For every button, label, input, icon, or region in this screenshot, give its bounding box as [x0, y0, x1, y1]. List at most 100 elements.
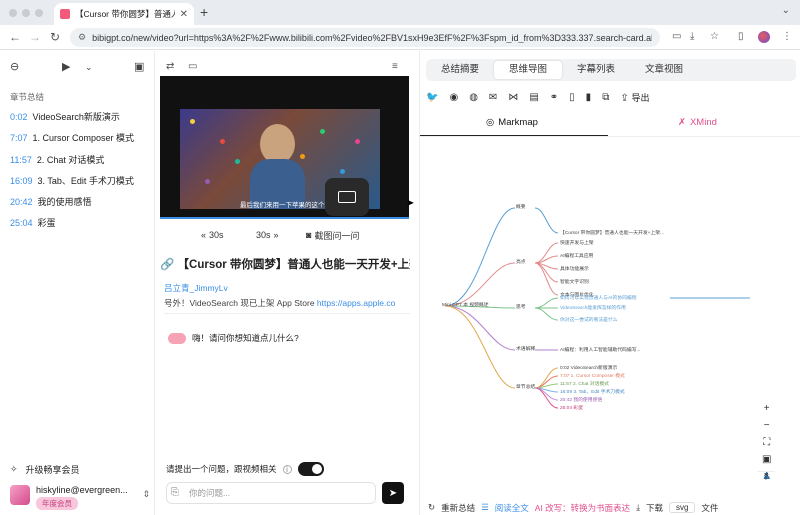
mindmap-leaf[interactable]: 【Cursor 带你圆梦】普通人也能一天开发+上架... — [560, 229, 664, 236]
minimize-window-button[interactable] — [22, 9, 30, 17]
tab-mindmap[interactable]: 思维导图 — [494, 61, 563, 79]
format-select[interactable]: svg — [668, 502, 696, 513]
tab-subtitles[interactable]: 字幕列表 — [562, 61, 630, 79]
more-menu-icon[interactable]: ⋮ — [782, 31, 792, 42]
link-icon[interactable]: ⚭ — [550, 92, 558, 103]
doc-icon[interactable]: ▮ — [586, 92, 592, 103]
mail-icon[interactable]: ✉ — [489, 92, 497, 103]
image-icon[interactable]: ▤ — [529, 92, 538, 103]
expand-up-icon[interactable]: ⤒ — [757, 471, 775, 485]
read-fulltext-button[interactable]: 阅读全文 — [495, 502, 529, 514]
download-icon[interactable]: ⤓ — [636, 502, 640, 513]
chapter-time[interactable]: 20:42 — [10, 197, 33, 207]
profile-avatar[interactable] — [758, 31, 770, 43]
paperclip-icon[interactable]: ⎘ — [171, 487, 179, 498]
collapse-sidebar-icon[interactable]: ▣ — [134, 60, 144, 73]
mindmap-branch[interactable]: 术语解释 — [516, 345, 535, 352]
tab-search-chevron-icon[interactable]: ⌄ — [782, 5, 790, 16]
video-player[interactable]: 最后我们来用一下苹果的这个效果 — [160, 76, 409, 218]
forward-30s-button[interactable]: 30s » — [256, 226, 279, 244]
copy-icon[interactable]: ⧉ — [602, 92, 609, 103]
chevron-down-icon[interactable]: ⌄ — [85, 62, 93, 73]
reload-icon[interactable]: ↻ — [48, 30, 62, 44]
chapter-time[interactable]: 7:07 — [10, 133, 28, 143]
mindmap-chapter[interactable]: 25:04 彩蛋 — [560, 404, 583, 411]
weibo-icon[interactable]: ◉ — [449, 92, 458, 103]
tab-close-icon[interactable]: ✕ — [180, 9, 188, 20]
mindmap-leaf[interactable]: AI编程：利用人工智能辅助代码编写... — [560, 346, 641, 353]
close-window-button[interactable] — [9, 9, 17, 17]
cast-icon[interactable]: ▭ — [672, 31, 681, 42]
video-camera-icon[interactable]: ▶ — [62, 60, 70, 73]
rewind-30s-button[interactable]: « 30s — [201, 226, 224, 244]
screenshot-ask-button[interactable]: ◙ 截图问一问 — [306, 226, 359, 244]
mindmap-branch[interactable]: 概要 — [516, 203, 526, 210]
regenerate-icon[interactable]: ↻ — [428, 502, 435, 513]
export-button[interactable]: ⇪ 导出 — [620, 91, 649, 104]
mindmap-root[interactable]: Mini GPT 本 视频概述 — [442, 301, 489, 308]
mindmap-branch[interactable]: 亮点 — [516, 258, 526, 265]
tv-icon[interactable]: ▭ — [188, 61, 197, 72]
share-icon[interactable]: ⋈ — [508, 92, 518, 103]
mindmap-chapter[interactable]: 20:42 我的使用感悟 — [560, 396, 602, 403]
mindmap-leaf[interactable]: 如何可以实现普通人与AI的协同编程 — [560, 294, 637, 301]
video-related-toggle[interactable] — [297, 462, 324, 476]
site-settings-icon[interactable]: ⚙ — [78, 32, 86, 43]
chapter-item[interactable]: 16:09 3. Tab、Edit 手术刀模式 — [10, 174, 134, 187]
chapter-time[interactable]: 0:02 — [10, 112, 28, 122]
read-fulltext-icon[interactable]: ☰ — [481, 502, 489, 513]
browser-tab[interactable]: 【Cursor 带你圆梦】普通人也能 ✕ — [54, 3, 194, 25]
chevron-updown-icon[interactable]: ⇕ — [142, 489, 150, 500]
question-input[interactable] — [189, 488, 375, 498]
regenerate-button[interactable]: 重新总结 — [441, 502, 475, 514]
mindmap-branch[interactable]: 思考 — [516, 303, 526, 310]
mindmap-chapter[interactable]: 7:07 1. Cursor Composer 模式 — [560, 372, 625, 379]
ai-rewrite-button[interactable]: AI 改写：转换为书面表达 — [535, 502, 630, 514]
mindmap-chapter[interactable]: 0:02 VideoSearch新版演示 — [560, 364, 617, 371]
chapter-time[interactable]: 11:57 — [10, 155, 32, 165]
url-field[interactable]: ⚙ bibigpt.co/new/video?url=https%3A%2F%2… — [70, 28, 660, 47]
wechat-icon[interactable]: ◍ — [469, 92, 478, 103]
file-icon[interactable]: ▯ — [569, 92, 575, 103]
user-account-menu[interactable]: hiskyline@evergreen... 年度会员 ⇕ — [10, 483, 150, 510]
back-arrow-icon[interactable]: ← — [8, 30, 22, 44]
mindmap-leaf[interactable]: 智能文字识别 — [560, 278, 589, 285]
mindmap-leaf[interactable]: VideoSearch能发挥怎样的作用 — [560, 304, 626, 311]
info-icon[interactable]: i — [282, 464, 292, 474]
picture-in-picture-button[interactable] — [325, 178, 369, 216]
markmap-tab[interactable]: ◎ Markmap — [486, 117, 538, 128]
download-label[interactable]: 下载 — [646, 502, 663, 514]
mindmap-canvas[interactable]: Mini GPT 本 视频概述 概要 亮点 思考 术语解释 章节总结 【Curs… — [420, 138, 800, 490]
tab-article[interactable]: 文章视图 — [630, 61, 698, 79]
bookmark-star-icon[interactable]: ☆ — [710, 31, 719, 42]
chapter-item[interactable]: 11:57 2. Chat 对话模式 — [10, 153, 104, 166]
zoom-out-icon[interactable]: − — [764, 420, 770, 431]
zoom-in-icon[interactable]: + — [764, 403, 770, 414]
upgrade-button[interactable]: ✧ 升级畅享会员 — [10, 463, 80, 476]
mindmap-leaf[interactable]: 你对这一尝试的看法是什么 — [560, 316, 618, 323]
twitter-icon[interactable]: 🐦 — [426, 92, 438, 103]
xmind-tab[interactable]: ✗ XMind — [678, 117, 717, 128]
maximize-window-button[interactable] — [35, 9, 43, 17]
settings-sliders-icon[interactable]: ≡ — [392, 61, 398, 72]
new-tab-button[interactable]: + — [200, 4, 208, 20]
export-image-icon[interactable]: ▣ — [762, 454, 771, 465]
mindmap-leaf[interactable]: 快速开发与上架 — [560, 239, 594, 246]
swap-layout-icon[interactable]: ⇄ — [166, 61, 174, 72]
sidebar-panel-icon[interactable]: ▯ — [738, 31, 744, 42]
app-store-link[interactable]: https://apps.apple.co — [317, 298, 395, 308]
tab-summary[interactable]: 总结摘要 — [426, 61, 494, 79]
video-progress-bar[interactable] — [160, 217, 409, 219]
uploader-link[interactable]: 吕立青_JimmyLv — [164, 282, 228, 294]
back-circle-icon[interactable]: ⊖ — [10, 60, 19, 73]
fit-view-icon[interactable]: ⛶ — [763, 437, 770, 448]
chapter-item[interactable]: 7:07 1. Cursor Composer 模式 — [10, 131, 134, 144]
send-button[interactable]: ➤ — [382, 482, 404, 504]
forward-arrow-icon[interactable]: → — [28, 30, 42, 44]
download-icon[interactable]: ⤓ — [690, 31, 694, 42]
chapter-item[interactable]: 25:04 彩蛋 — [10, 216, 56, 229]
mindmap-leaf[interactable]: AI编程工具应用 — [560, 252, 593, 259]
mindmap-branch[interactable]: 章节总结 — [516, 383, 535, 390]
chapter-item[interactable]: 20:42 我的使用感悟 — [10, 195, 92, 208]
chapter-time[interactable]: 25:04 — [10, 218, 33, 228]
